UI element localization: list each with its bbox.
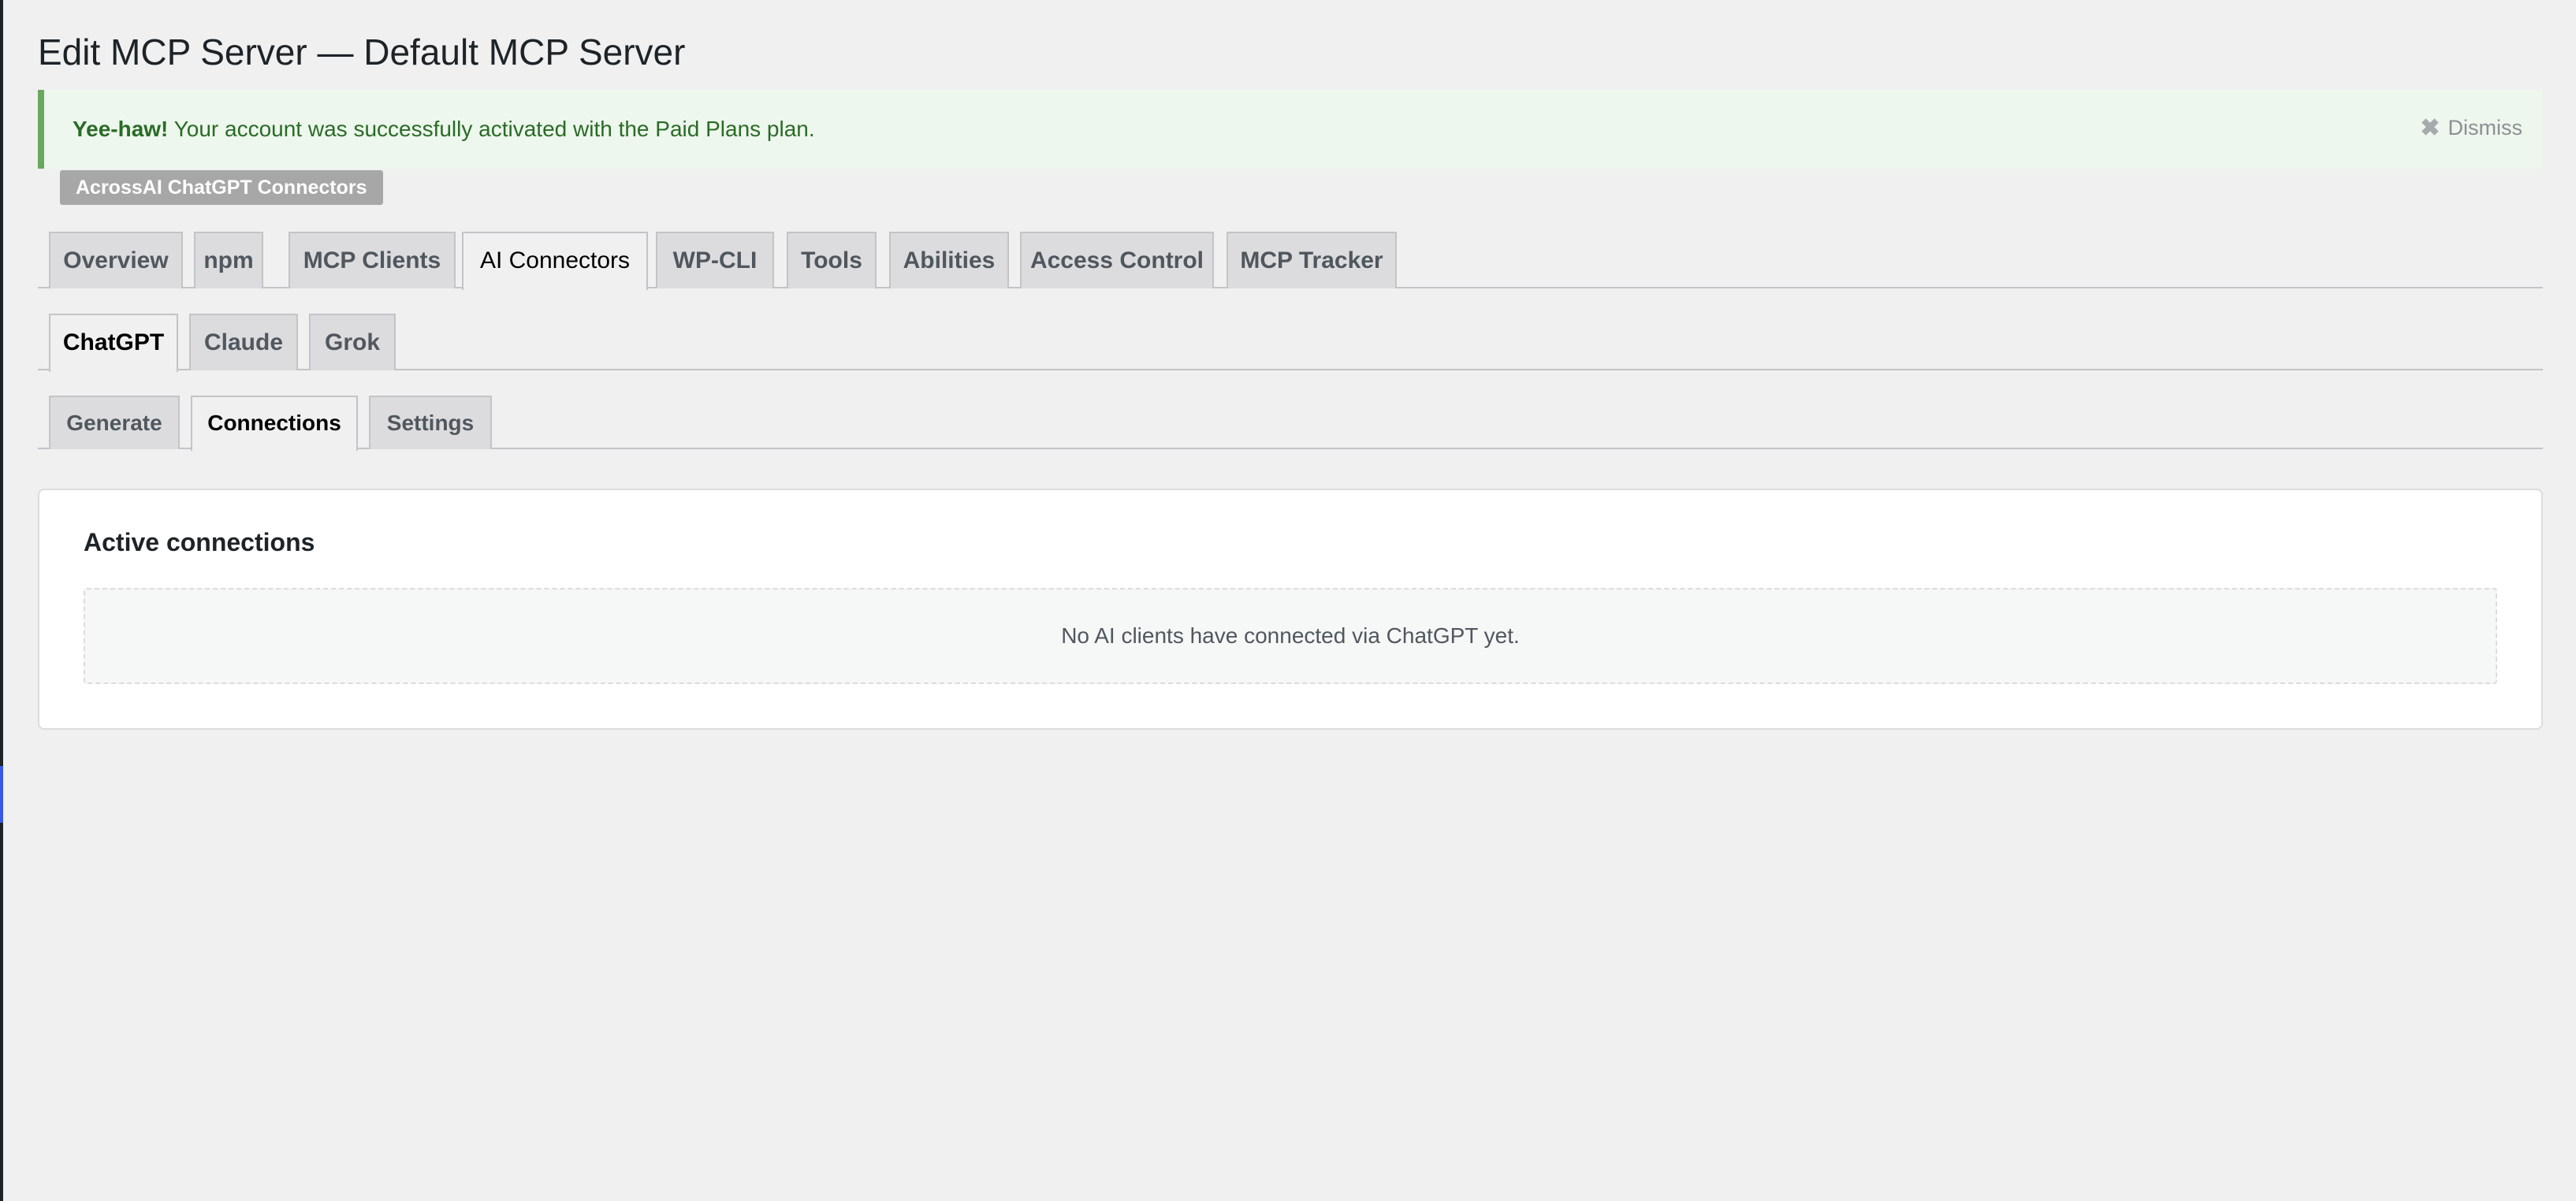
success-notice: Yee-haw! Your account was successfully a… [38,90,2543,169]
tab-access-control[interactable]: Access Control [1020,232,1214,288]
screen-edge-accent [0,766,3,823]
main-tab-bar: Overview npm MCP Clients AI Connectors W… [38,232,2543,290]
notice-strong: Yee-haw! [73,117,169,141]
screen-left-edge [0,0,3,1201]
dismiss-button[interactable]: ✖ Dismiss [2420,113,2522,143]
tab-settings[interactable]: Settings [369,396,492,449]
tab-abilities[interactable]: Abilities [889,232,1009,288]
tab-wp-cli[interactable]: WP-CLI [656,232,774,288]
tab-npm[interactable]: npm [194,232,263,288]
close-icon: ✖ [2420,115,2440,141]
tab-mcp-clients[interactable]: MCP Clients [288,232,456,288]
tab-grok[interactable]: Grok [309,314,396,370]
tab-connections[interactable]: Connections [191,396,358,451]
tab-ai-connectors[interactable]: AI Connectors [462,232,648,290]
page-title: Edit MCP Server — Default MCP Server [38,32,686,73]
tab-tools[interactable]: Tools [787,232,877,288]
plugin-badge: AcrossAI ChatGPT Connectors [60,170,383,205]
tab-mcp-tracker[interactable]: MCP Tracker [1227,232,1397,288]
connector-tab-bar: ChatGPT Claude Grok [38,314,2543,372]
dismiss-label: Dismiss [2448,116,2523,139]
connections-card: Active connections No AI clients have co… [38,489,2543,730]
tab-chatgpt[interactable]: ChatGPT [49,314,178,372]
notice-message: Your account was successfully activated … [168,117,815,141]
tab-generate[interactable]: Generate [49,396,180,449]
empty-state: No AI clients have connected via ChatGPT… [84,588,2497,684]
connections-heading: Active connections [84,528,315,556]
notice-text: Yee-haw! Your account was successfully a… [73,115,815,143]
tab-claude[interactable]: Claude [189,314,298,370]
tab-overview[interactable]: Overview [49,232,183,288]
sub-tab-bar: Generate Connections Settings [38,396,2543,451]
